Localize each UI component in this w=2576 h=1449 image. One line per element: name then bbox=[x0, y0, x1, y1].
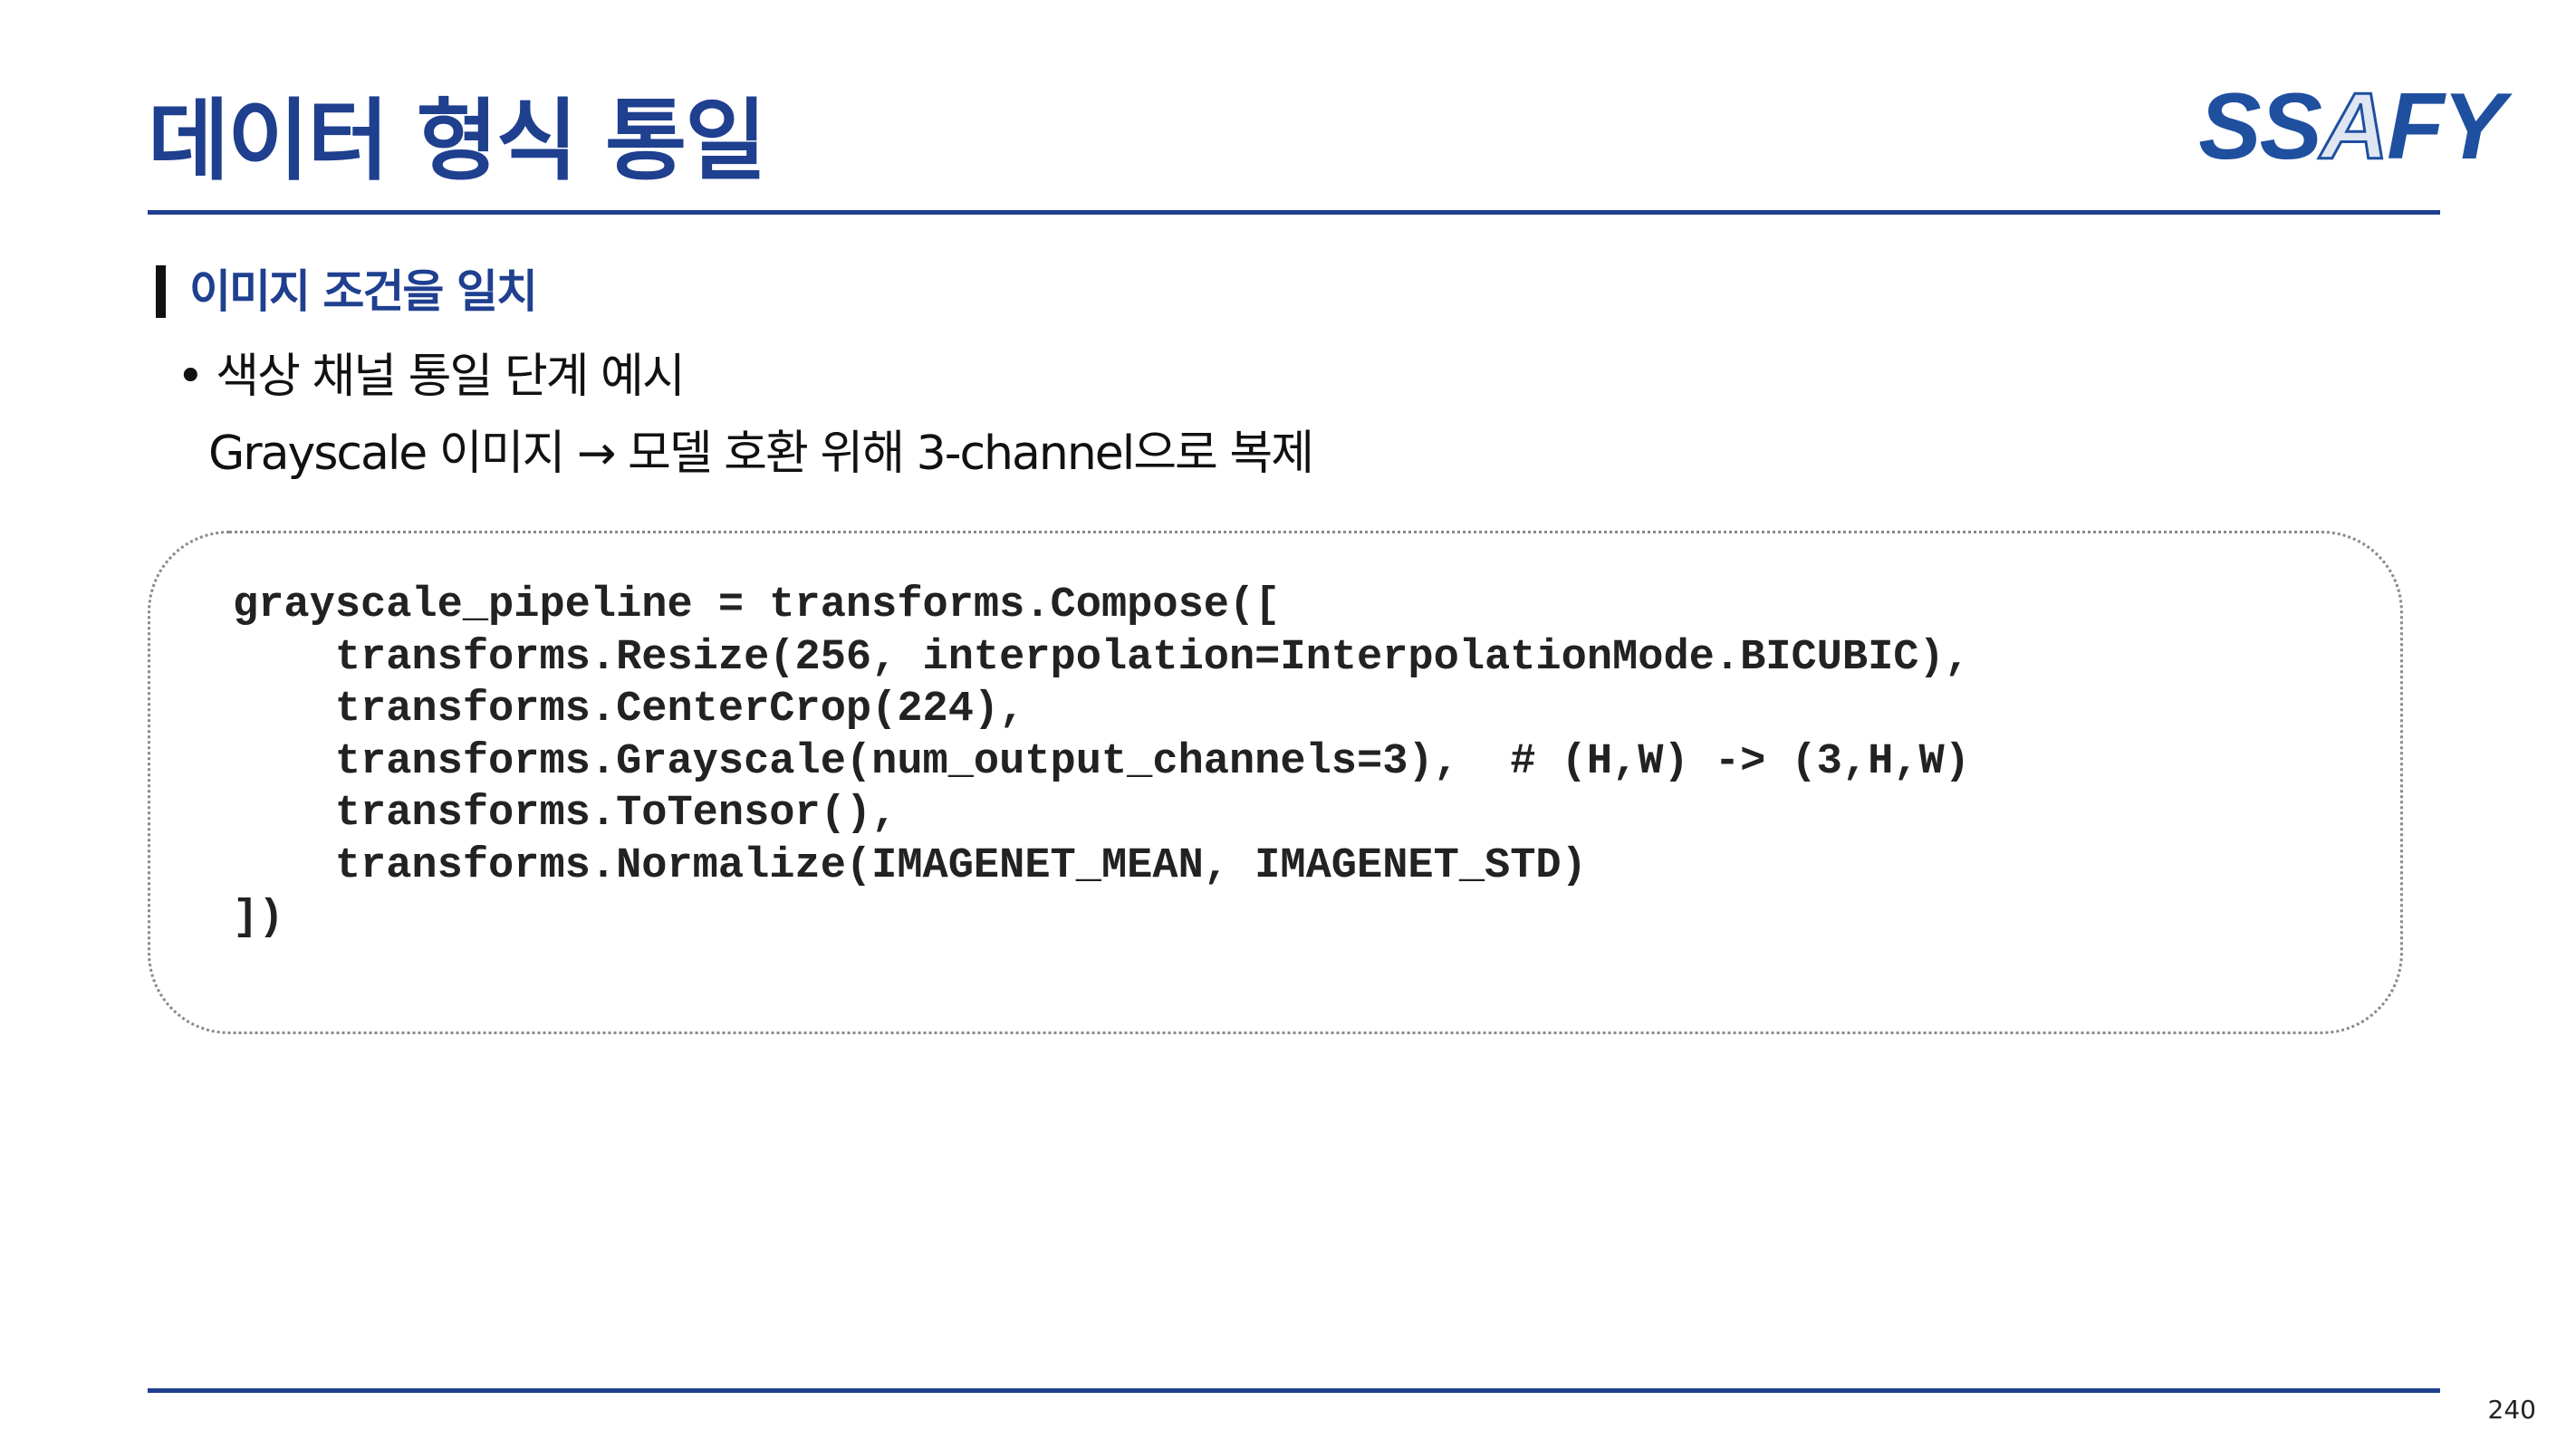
code-line: transforms.CenterCrop(224), bbox=[233, 686, 1025, 734]
code-line: transforms.ToTensor(), bbox=[233, 790, 898, 838]
slide-title: 데이터 형식 통일 bbox=[148, 90, 766, 193]
footer-rule bbox=[148, 1388, 2440, 1393]
bullet-subline: Grayscale 이미지 → 모델 호환 위해 3-channel으로 복제 bbox=[208, 427, 1314, 481]
logo-part-2: A bbox=[2319, 74, 2389, 179]
code-line: transforms.Normalize(IMAGENET_MEAN, IMAG… bbox=[233, 841, 1587, 890]
logo-part-3: FY bbox=[2387, 74, 2505, 179]
code-block: grayscale_pipeline = transforms.Compose(… bbox=[233, 580, 1970, 945]
bullet-text: • 색상 채널 통일 단계 예시 bbox=[177, 350, 686, 404]
code-line: transforms.Grayscale(num_output_channels… bbox=[233, 737, 1970, 786]
section-heading-text: 이미지 조건을 일치 bbox=[189, 265, 538, 318]
title-underline bbox=[148, 210, 2440, 215]
code-line: ]) bbox=[233, 894, 284, 942]
code-line: transforms.Resize(256, interpolation=Int… bbox=[233, 633, 1970, 682]
section-marker-bar bbox=[156, 265, 166, 318]
code-line: grayscale_pipeline = transforms.Compose(… bbox=[233, 581, 1281, 629]
ssafy-logo: SSAFY bbox=[2198, 79, 2505, 176]
section-heading: 이미지 조건을 일치 bbox=[156, 264, 538, 319]
logo-part-1: SS bbox=[2198, 74, 2322, 179]
page-number: 240 bbox=[2487, 1395, 2536, 1425]
